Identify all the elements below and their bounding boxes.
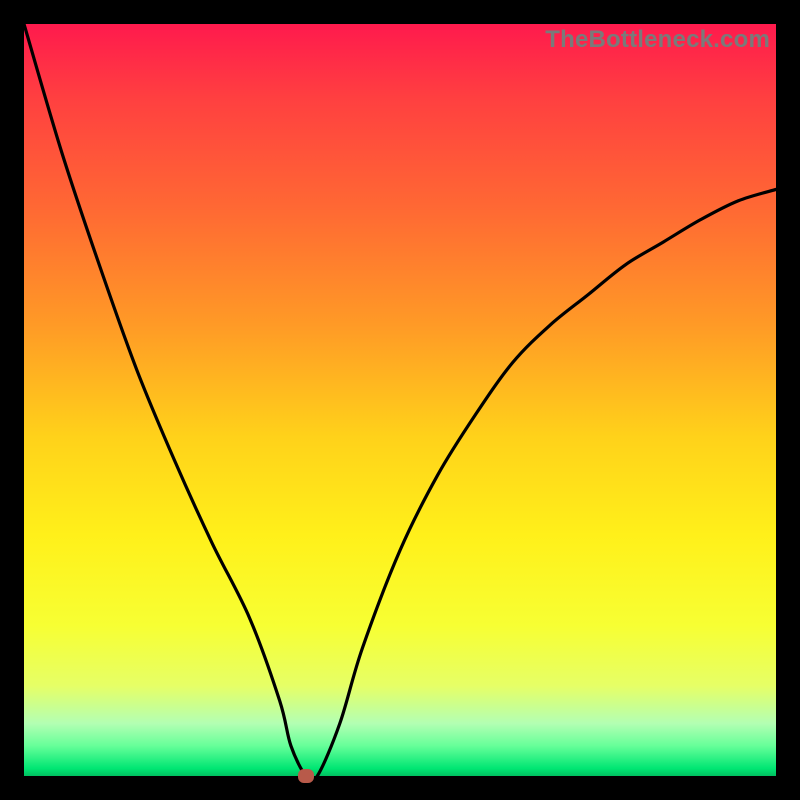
curve-min-marker [298, 769, 314, 783]
watermark-label: TheBottleneck.com [545, 26, 770, 54]
bottleneck-curve [24, 24, 776, 776]
chart-frame: TheBottleneck.com [0, 0, 800, 800]
plot-area: TheBottleneck.com [24, 24, 776, 776]
curve-svg [24, 24, 776, 776]
